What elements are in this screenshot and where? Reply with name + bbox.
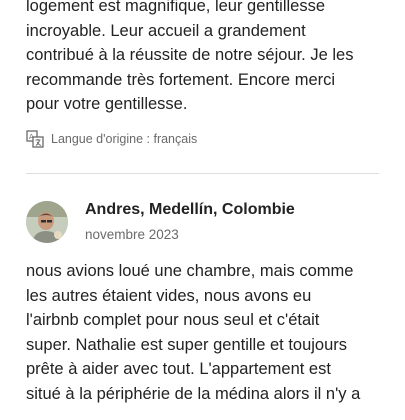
review-text: nous avions loué une chambre, mais comme… <box>26 262 361 403</box>
review-text: logement est magnifique, leur gentilless… <box>26 0 354 113</box>
original-language-label: Langue d'origine : français <box>51 132 198 146</box>
reviewer-name: Andres, Medellín, Colombie <box>85 201 295 218</box>
original-language-note: A Langue d'origine : français <box>26 129 197 149</box>
reviewer-header: Andres, Medellín, Colombie novembre 2023 <box>26 200 295 244</box>
review-date: novembre 2023 <box>85 227 179 242</box>
review-divider <box>26 173 379 174</box>
translate-icon: A <box>26 130 44 148</box>
reviewer-avatar[interactable] <box>26 201 68 243</box>
